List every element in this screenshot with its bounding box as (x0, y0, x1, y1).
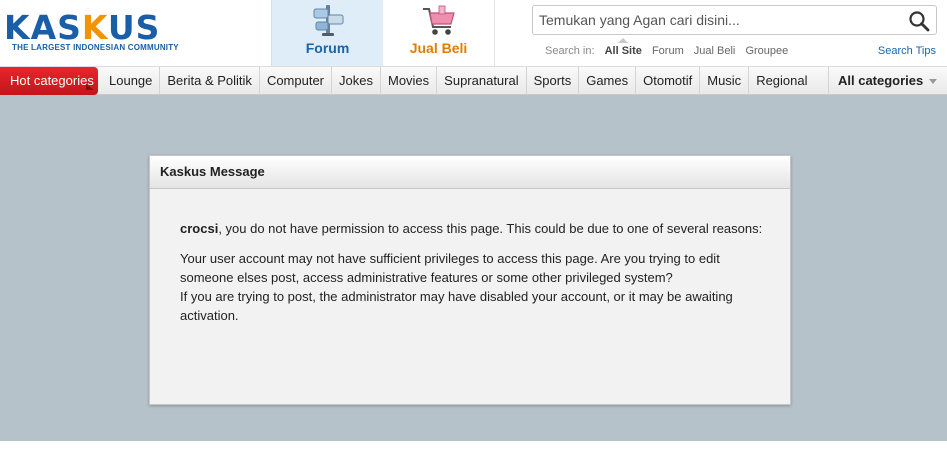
category-jokes[interactable]: Jokes (332, 67, 381, 95)
search-scope-label: Search in: (545, 45, 595, 57)
scope-jual-beli[interactable]: Jual Beli (694, 45, 736, 57)
message-privileges: Your user account may not have sufficien… (180, 251, 720, 285)
category-computer[interactable]: Computer (260, 67, 333, 95)
search-input[interactable] (539, 8, 899, 32)
logo-tagline: THE LARGEST INDONESIAN COMMUNITY (12, 43, 179, 52)
username: crocsi (180, 221, 219, 236)
message-intro: crocsi, you do not have permission to ac… (180, 219, 765, 238)
message-panel: Kaskus Message crocsi, you do not have p… (149, 155, 791, 405)
search-scope: Search in: All Site Forum Jual Beli Grou… (545, 45, 795, 57)
search-icon[interactable] (908, 10, 930, 32)
category-otomotif[interactable]: Otomotif (636, 67, 701, 95)
message-title: Kaskus Message (150, 156, 790, 189)
category-games[interactable]: Games (579, 67, 637, 95)
tab-forum[interactable]: Forum (271, 0, 384, 66)
search-box (532, 5, 937, 35)
site-header: KASKUS THE LARGEST INDONESIAN COMMUNITY … (0, 0, 947, 66)
shopping-cart-icon (423, 5, 455, 35)
search-tips-link[interactable]: Search Tips (878, 45, 936, 57)
category-movies[interactable]: Movies (381, 67, 438, 95)
category-supranatural[interactable]: Supranatural (437, 67, 527, 95)
category-lounge[interactable]: Lounge (102, 67, 161, 95)
hot-categories-button[interactable]: Hot categories (0, 67, 98, 95)
tab-forum-label: Forum (305, 40, 350, 56)
tab-jual-beli-label: Jual Beli (409, 40, 468, 56)
scope-all-site[interactable]: All Site (605, 45, 642, 57)
tab-jual-beli[interactable]: Jual Beli (383, 0, 495, 66)
category-berita-politik[interactable]: Berita & Politik (160, 67, 260, 95)
scope-groupee[interactable]: Groupee (745, 45, 788, 57)
all-categories-label: All categories (838, 73, 924, 88)
category-sports[interactable]: Sports (527, 67, 580, 95)
category-music[interactable]: Music (700, 67, 750, 95)
message-disabled: If you are trying to post, the administr… (180, 289, 733, 323)
category-bar: Hot categories Lounge Berita & Politik C… (0, 66, 947, 95)
message-intro-text: , you do not have permission to access t… (218, 221, 763, 236)
logo-wordmark: KASKUS (4, 8, 161, 47)
category-regional[interactable]: Regional (749, 67, 814, 95)
all-categories-dropdown[interactable]: All categories (828, 67, 947, 95)
message-body: crocsi, you do not have permission to ac… (180, 219, 765, 325)
hot-ribbon-fold (86, 84, 94, 90)
main-content: Kaskus Message crocsi, you do not have p… (0, 95, 947, 441)
scope-forum[interactable]: Forum (652, 45, 684, 57)
kaskus-logo[interactable]: KASKUS THE LARGEST INDONESIAN COMMUNITY (4, 10, 184, 56)
scope-caret-icon (618, 38, 628, 43)
forum-megaphone-icon (313, 5, 344, 36)
chevron-down-icon (929, 79, 938, 85)
category-list: Lounge Berita & Politik Computer Jokes M… (102, 67, 815, 95)
